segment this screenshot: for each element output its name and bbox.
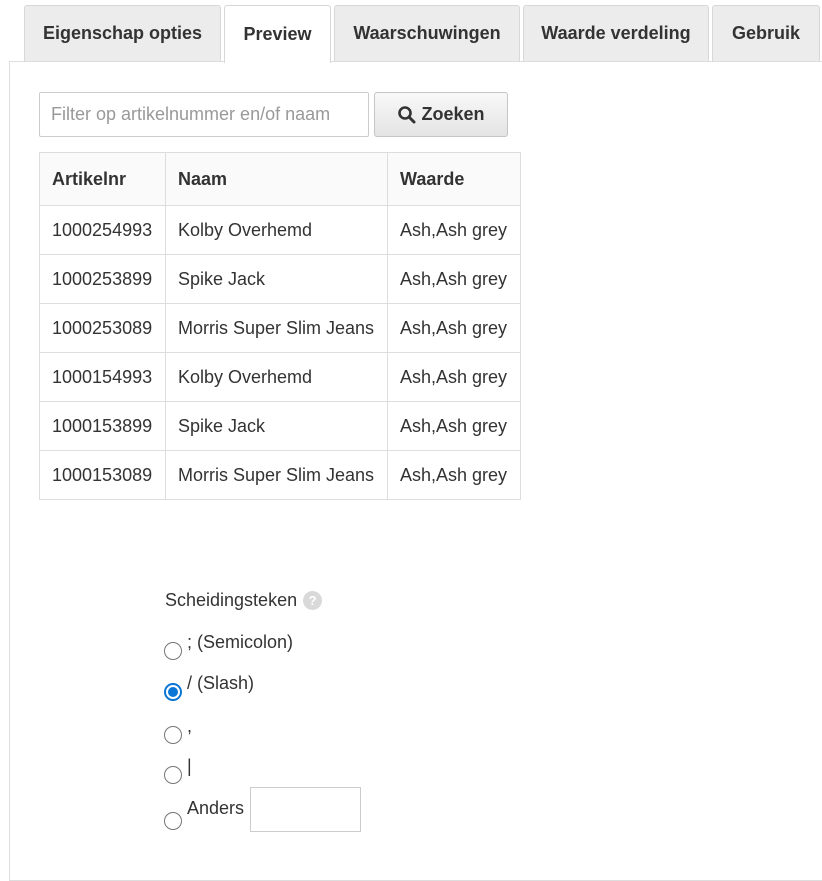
radio-label: ; (Semicolon)	[187, 632, 294, 652]
table-row: 1000253089 Morris Super Slim Jeans Ash,A…	[39, 303, 521, 353]
table-row: 1000153089 Morris Super Slim Jeans Ash,A…	[39, 450, 521, 500]
cell-waarde: Ash,Ash grey	[387, 352, 521, 402]
help-icon[interactable]: ?	[303, 591, 323, 610]
radio-option-comma[interactable]: ,	[164, 714, 192, 744]
radio-pipe[interactable]	[164, 766, 182, 784]
table-row: 1000154993 Kolby Overhemd Ash,Ash grey	[39, 352, 521, 402]
cell-artikelnr: 1000253089	[39, 303, 166, 353]
radio-option-pipe[interactable]: |	[164, 754, 192, 784]
other-separator-input[interactable]	[250, 787, 361, 832]
column-header-artikelnr: Artikelnr	[39, 152, 166, 206]
cell-waarde: Ash,Ash grey	[387, 205, 521, 255]
radio-other[interactable]	[164, 812, 182, 830]
table-row: 1000153899 Spike Jack Ash,Ash grey	[39, 401, 521, 451]
radio-slash[interactable]	[164, 683, 182, 701]
search-icon	[397, 105, 417, 125]
cell-artikelnr: 1000253899	[39, 254, 166, 304]
radio-comma[interactable]	[164, 726, 182, 744]
tab-label: Gebruik	[731, 23, 801, 43]
table-header-row: Artikelnr Naam Waarde	[39, 152, 521, 206]
tab-preview[interactable]: Preview	[224, 5, 331, 63]
tab-bar: Eigenschap opties Preview Waarschuwingen…	[0, 0, 822, 63]
radio-option-other[interactable]: Anders	[164, 798, 244, 830]
radio-semicolon[interactable]	[164, 642, 182, 660]
cell-artikelnr: 1000154993	[39, 352, 166, 402]
cell-artikelnr: 1000153089	[39, 450, 166, 500]
cell-naam: Kolby Overhemd	[165, 205, 388, 255]
cell-waarde: Ash,Ash grey	[387, 303, 521, 353]
search-button[interactable]: Zoeken	[374, 92, 508, 137]
cell-naam: Morris Super Slim Jeans	[165, 450, 388, 500]
cell-naam: Spike Jack	[165, 254, 388, 304]
tab-label: Eigenschap opties	[42, 23, 203, 43]
table-row: 1000254993 Kolby Overhemd Ash,Ash grey	[39, 205, 521, 255]
radio-label: ,	[187, 716, 193, 736]
radio-label: / (Slash)	[187, 673, 255, 693]
preview-table: Artikelnr Naam Waarde 1000254993 Kolby O…	[39, 152, 521, 500]
tab-gebruik[interactable]: Gebruik	[712, 5, 820, 61]
separator-label: Scheidingsteken ?	[165, 590, 323, 611]
radio-option-slash[interactable]: / (Slash)	[164, 671, 254, 701]
cell-naam: Spike Jack	[165, 401, 388, 451]
cell-artikelnr: 1000254993	[39, 205, 166, 255]
column-header-waarde: Waarde	[387, 152, 521, 206]
tab-waarschuwingen[interactable]: Waarschuwingen	[334, 5, 520, 61]
radio-label: |	[187, 756, 192, 776]
tab-eigenschap-opties[interactable]: Eigenschap opties	[24, 5, 221, 61]
cell-waarde: Ash,Ash grey	[387, 254, 521, 304]
radio-label: Anders	[187, 798, 245, 818]
tab-label: Waarschuwingen	[353, 23, 501, 43]
tab-label: Preview	[243, 24, 312, 44]
separator-label-text: Scheidingsteken	[165, 590, 298, 610]
search-input[interactable]	[39, 92, 369, 137]
table-row: 1000253899 Spike Jack Ash,Ash grey	[39, 254, 521, 304]
tab-waarde-verdeling[interactable]: Waarde verdeling	[523, 5, 709, 61]
cell-naam: Kolby Overhemd	[165, 352, 388, 402]
cell-artikelnr: 1000153899	[39, 401, 166, 451]
radio-option-semicolon[interactable]: ; (Semicolon)	[164, 630, 293, 660]
column-header-naam: Naam	[165, 152, 388, 206]
cell-waarde: Ash,Ash grey	[387, 450, 521, 500]
cell-naam: Morris Super Slim Jeans	[165, 303, 388, 353]
tab-label: Waarde verdeling	[541, 23, 691, 43]
search-button-label: Zoeken	[421, 104, 485, 124]
cell-waarde: Ash,Ash grey	[387, 401, 521, 451]
